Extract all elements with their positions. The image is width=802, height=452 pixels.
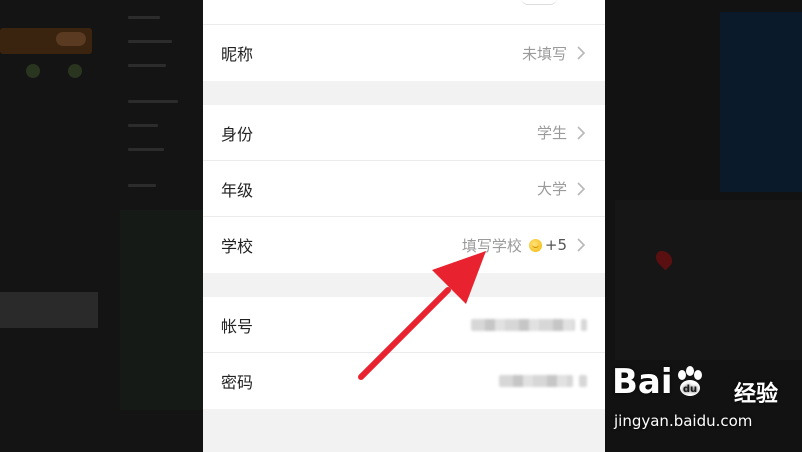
background-icon [68, 64, 82, 78]
avatar-row-bottom [203, 0, 605, 25]
coin-icon [528, 238, 542, 252]
school-label: 学校 [221, 237, 254, 256]
nickname-row[interactable]: 昵称 未填写 [203, 25, 605, 81]
background-blue-card [720, 12, 802, 192]
background-text [128, 40, 172, 43]
background-map [120, 210, 203, 410]
school-value: 填写学校 [461, 236, 522, 255]
baidu-jingyan-watermark: Bai du 经验 jingyan.baidu.com [612, 362, 792, 442]
identity-value: 学生 [536, 124, 567, 142]
basic-info-group: 昵称 未填写 [203, 25, 605, 81]
school-row[interactable]: 学校 填写学校 +5 [203, 217, 605, 273]
svg-text:du: du [682, 384, 696, 395]
background-text [128, 100, 178, 103]
nickname-value: 未填写 [521, 44, 567, 63]
background-left-app [0, 0, 203, 452]
account-label: 帐号 [221, 316, 254, 336]
chevron-right-icon [577, 46, 586, 60]
profile-settings-panel: 昵称 未填写 身份 学生 年级 大学 学校 填写学校 +5 帐号 密码 [203, 0, 605, 452]
baidu-paw-icon: du [677, 366, 702, 396]
identity-label: 身份 [221, 124, 254, 144]
watermark-cn: 经验 [734, 382, 779, 407]
watermark-url: jingyan.baidu.com [614, 412, 753, 430]
grade-label: 年级 [221, 180, 254, 200]
background-text [128, 184, 156, 187]
grade-value: 大学 [536, 180, 567, 198]
blur-tail [579, 375, 587, 387]
nickname-label: 昵称 [221, 45, 254, 64]
school-reward: +5 [544, 236, 567, 254]
password-row[interactable]: 密码 [203, 353, 605, 409]
education-group: 身份 学生 年级 大学 学校 填写学校 +5 [203, 105, 605, 273]
password-value-blurred [499, 375, 573, 387]
background-text [128, 148, 164, 151]
chevron-right-icon [577, 238, 586, 252]
account-value-blurred [471, 318, 575, 331]
chevron-right-icon [577, 181, 586, 196]
account-group: 帐号 密码 [203, 297, 605, 409]
account-row[interactable]: 帐号 [203, 297, 605, 353]
background-text [128, 16, 160, 19]
identity-row[interactable]: 身份 学生 [203, 105, 605, 161]
background-text [128, 124, 158, 127]
background-icon [26, 64, 40, 78]
school-value-wrap: 填写学校 +5 [462, 235, 567, 256]
grade-row[interactable]: 年级 大学 [203, 161, 605, 217]
background-pill [56, 32, 86, 46]
watermark-brand: Bai du [612, 362, 707, 402]
blur-tail [581, 318, 587, 331]
background-text [128, 64, 166, 67]
chevron-right-icon [577, 125, 586, 140]
background-image-strip [0, 292, 98, 328]
password-label: 密码 [221, 373, 254, 392]
background-map-grid [615, 200, 802, 360]
